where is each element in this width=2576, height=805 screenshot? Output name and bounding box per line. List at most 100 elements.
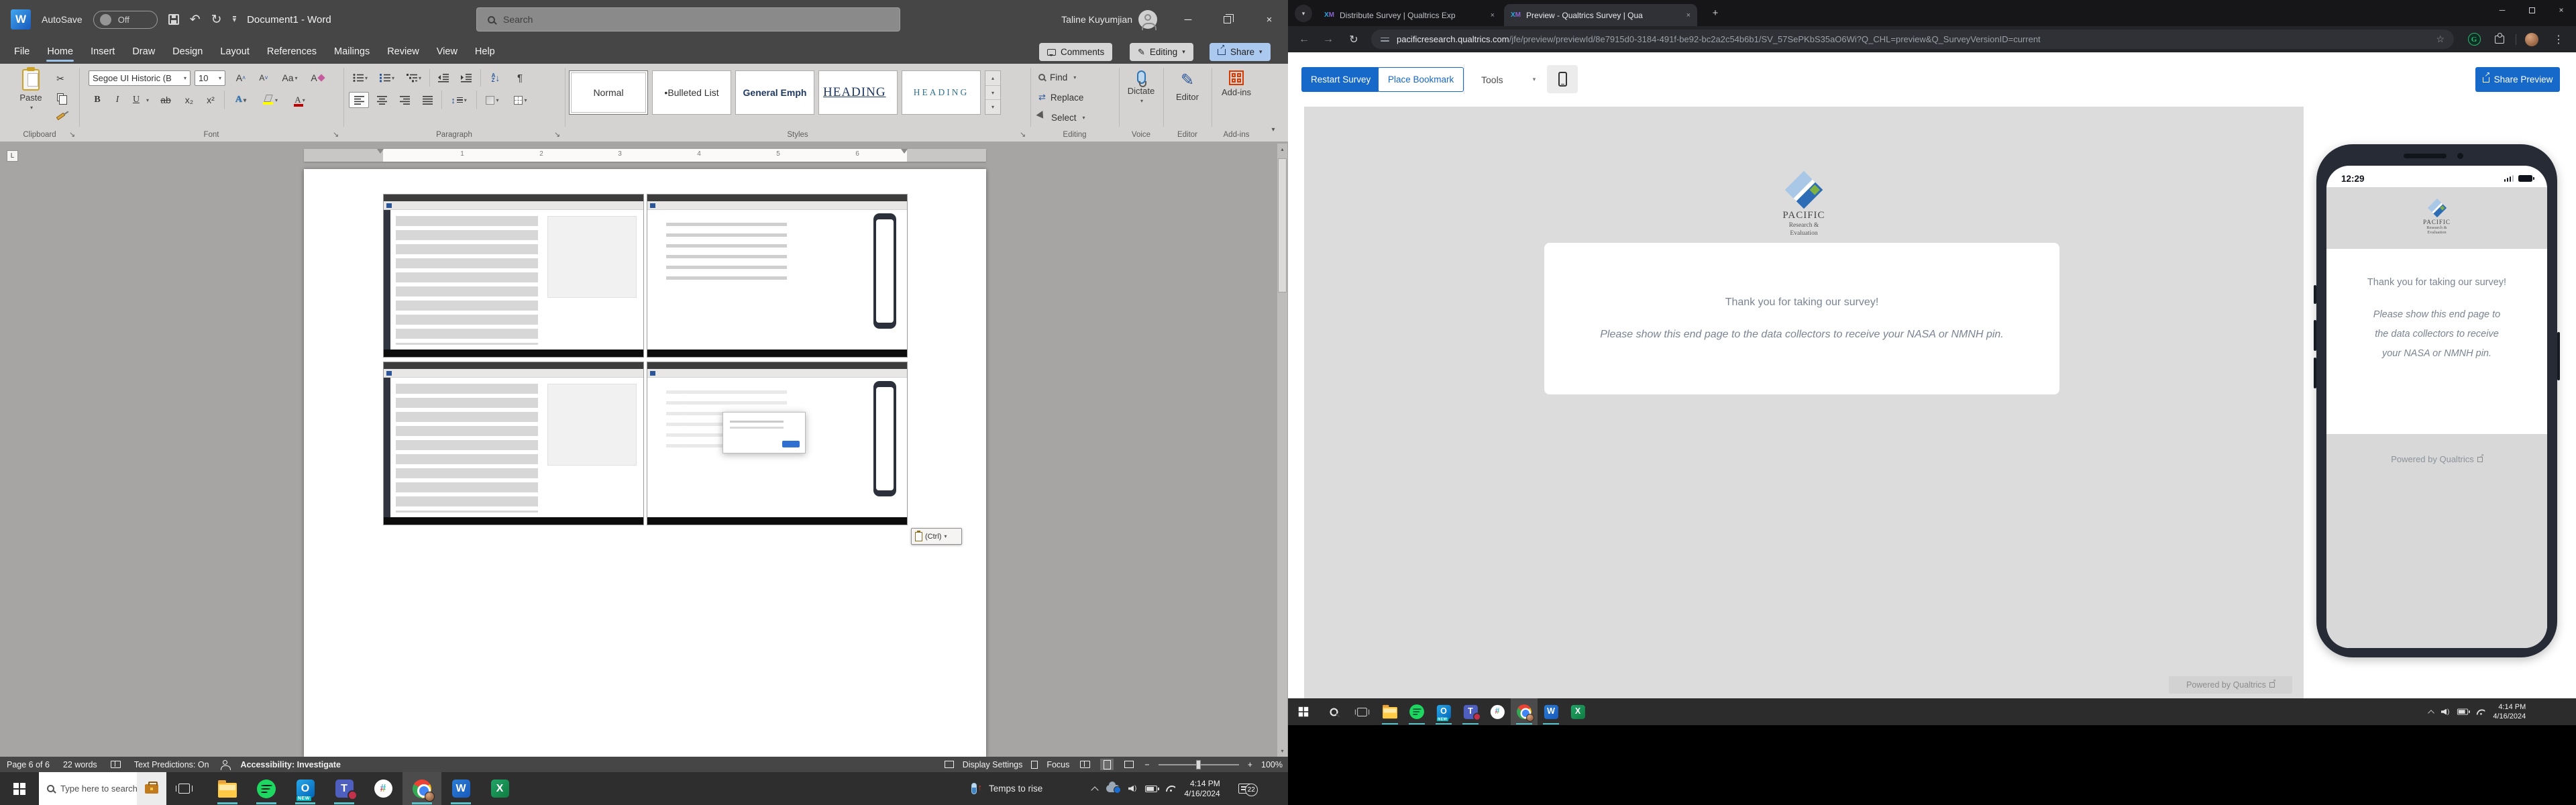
start-button[interactable]: [0, 772, 39, 805]
display-settings[interactable]: Display Settings: [963, 760, 1023, 769]
decrease-indent-button[interactable]: [433, 70, 453, 86]
document-page[interactable]: (Ctrl) ▾: [304, 169, 986, 757]
underline-button[interactable]: U: [127, 92, 145, 108]
powered-by-qualtrics-link[interactable]: Powered by Qualtrics: [2169, 676, 2292, 694]
word-count[interactable]: 22 words: [63, 760, 97, 769]
autosave-toggle[interactable]: Off: [93, 11, 158, 29]
taskbar-spotify[interactable]: [1403, 698, 1430, 725]
place-bookmark-button[interactable]: Place Bookmark: [1378, 67, 1464, 92]
numbering-button[interactable]: ▾: [376, 70, 398, 86]
clock[interactable]: 4:14 PM4/16/2024: [2493, 702, 2526, 721]
shading-button[interactable]: ▾: [480, 92, 504, 108]
sort-button[interactable]: AZ↓: [484, 70, 507, 86]
subscript-button[interactable]: x₂: [180, 92, 199, 108]
battery-icon[interactable]: [2457, 709, 2468, 715]
focus-mode[interactable]: Focus: [1046, 760, 1069, 769]
cut-button[interactable]: ✂: [51, 70, 70, 87]
dictate-button[interactable]: Dictate▾: [1122, 70, 1161, 104]
horizontal-ruler[interactable]: 1 2 3 4 5 6: [304, 149, 986, 162]
start-button[interactable]: [1288, 698, 1319, 725]
align-left-button[interactable]: [349, 92, 369, 108]
tab-close-icon[interactable]: ×: [1686, 11, 1690, 19]
restart-survey-button[interactable]: Restart Survey: [1301, 67, 1380, 92]
web-layout-button[interactable]: [1122, 759, 1136, 770]
tray-expand-icon[interactable]: [1091, 786, 1098, 794]
tab-home[interactable]: Home: [38, 39, 82, 64]
undo-button[interactable]: ↶: [190, 13, 201, 26]
paste-options-button[interactable]: (Ctrl) ▾: [911, 528, 962, 545]
chrome-maximize-button[interactable]: [2517, 0, 2546, 20]
line-spacing-button[interactable]: ↕▾: [445, 92, 472, 108]
taskbar-teams[interactable]: T: [325, 772, 364, 805]
site-settings-icon[interactable]: [1381, 36, 1389, 43]
zoom-slider[interactable]: [1159, 764, 1239, 765]
close-button[interactable]: ×: [1250, 0, 1288, 39]
align-center-button[interactable]: [372, 92, 392, 108]
chrome-minimize-button[interactable]: ─: [2487, 0, 2517, 20]
font-dialog-launcher[interactable]: ↘: [333, 130, 339, 139]
tab-draw[interactable]: Draw: [123, 39, 164, 64]
read-mode-button[interactable]: [1078, 759, 1091, 770]
tab-review[interactable]: Review: [378, 39, 428, 64]
strikethrough-button[interactable]: ab: [156, 92, 176, 108]
taskbar-search-input[interactable]: Type here to search: [39, 772, 166, 805]
font-name-combo[interactable]: Segoe UI Historic (B▾: [89, 70, 191, 86]
paste-button[interactable]: Paste▾: [12, 69, 50, 111]
volume-icon[interactable]: ): [1128, 785, 1136, 792]
styles-dialog-launcher[interactable]: ↘: [1020, 130, 1026, 139]
tab-file[interactable]: File: [5, 39, 38, 64]
volume-icon[interactable]: ): [2441, 708, 2449, 716]
tab-search-button[interactable]: ▾: [1295, 5, 1312, 22]
taskbar-file-explorer[interactable]: [1377, 698, 1403, 725]
tab-close-icon[interactable]: ×: [1491, 11, 1495, 19]
comments-button[interactable]: Comments: [1039, 43, 1112, 61]
change-case-button[interactable]: Aa▾: [278, 70, 302, 86]
user-avatar[interactable]: [1138, 10, 1157, 29]
forward-button[interactable]: →: [1318, 26, 1339, 52]
tab-layout[interactable]: Layout: [211, 39, 258, 64]
tray-expand-icon[interactable]: [2428, 710, 2434, 716]
taskbar-word[interactable]: W: [441, 772, 480, 805]
share-preview-button[interactable]: Share Preview: [2475, 67, 2560, 92]
add-ins-button[interactable]: Add-ins: [1216, 70, 1257, 97]
editor-button[interactable]: ✎Editor: [1167, 70, 1208, 102]
select-button[interactable]: Select▾: [1038, 109, 1085, 125]
battery-icon[interactable]: [1145, 786, 1157, 792]
reload-button[interactable]: ↻: [1343, 26, 1364, 52]
borders-button[interactable]: ▾: [508, 92, 533, 108]
quick-access-overflow[interactable]: ▾: [233, 16, 237, 23]
justify-button[interactable]: [417, 92, 437, 108]
multilevel-list-button[interactable]: ▾: [402, 70, 425, 86]
clear-formatting-button[interactable]: A: [307, 70, 327, 86]
minimize-button[interactable]: ─: [1173, 0, 1203, 39]
taskbar-chrome[interactable]: [1511, 698, 1538, 725]
taskbar-file-explorer[interactable]: [208, 772, 247, 805]
increase-indent-button[interactable]: [456, 70, 476, 86]
save-icon[interactable]: [168, 14, 179, 25]
clock[interactable]: 4:14 PM4/16/2024: [1184, 779, 1220, 799]
grow-font-button[interactable]: A˄: [231, 70, 251, 86]
taskbar-spotify[interactable]: [247, 772, 286, 805]
tab-stop-selector[interactable]: L: [7, 150, 18, 162]
format-painter-button[interactable]: [51, 108, 70, 124]
grammarly-extension-icon[interactable]: G: [2463, 26, 2485, 52]
phone-powered-by-link[interactable]: Powered by Qualtrics: [2326, 434, 2547, 464]
find-button[interactable]: Find▾: [1038, 69, 1076, 85]
taskbar-slack[interactable]: #: [1484, 698, 1511, 725]
tab-design[interactable]: Design: [164, 39, 211, 64]
text-predictions[interactable]: Text Predictions: On: [134, 760, 209, 769]
taskbar-outlook[interactable]: ONEW: [286, 772, 325, 805]
mobile-view-toggle[interactable]: [1547, 65, 1578, 93]
italic-button[interactable]: I: [109, 92, 126, 108]
align-right-button[interactable]: [394, 92, 415, 108]
taskbar-slack[interactable]: #: [364, 772, 402, 805]
editing-mode-button[interactable]: ✎Editing▾: [1130, 43, 1193, 61]
style-heading-2[interactable]: HEADING: [902, 70, 981, 115]
back-button[interactable]: ←: [1293, 26, 1315, 52]
address-bar[interactable]: pacificresearch.qualtrics.com/jfe/previe…: [1371, 30, 2454, 49]
zoom-in-button[interactable]: +: [1248, 760, 1252, 769]
task-view-button[interactable]: [169, 772, 199, 805]
replace-button[interactable]: ⇄Replace: [1038, 89, 1083, 105]
user-name[interactable]: Taline Kuyumjian: [1061, 0, 1132, 39]
taskbar-outlook[interactable]: ONEW: [1430, 698, 1457, 725]
